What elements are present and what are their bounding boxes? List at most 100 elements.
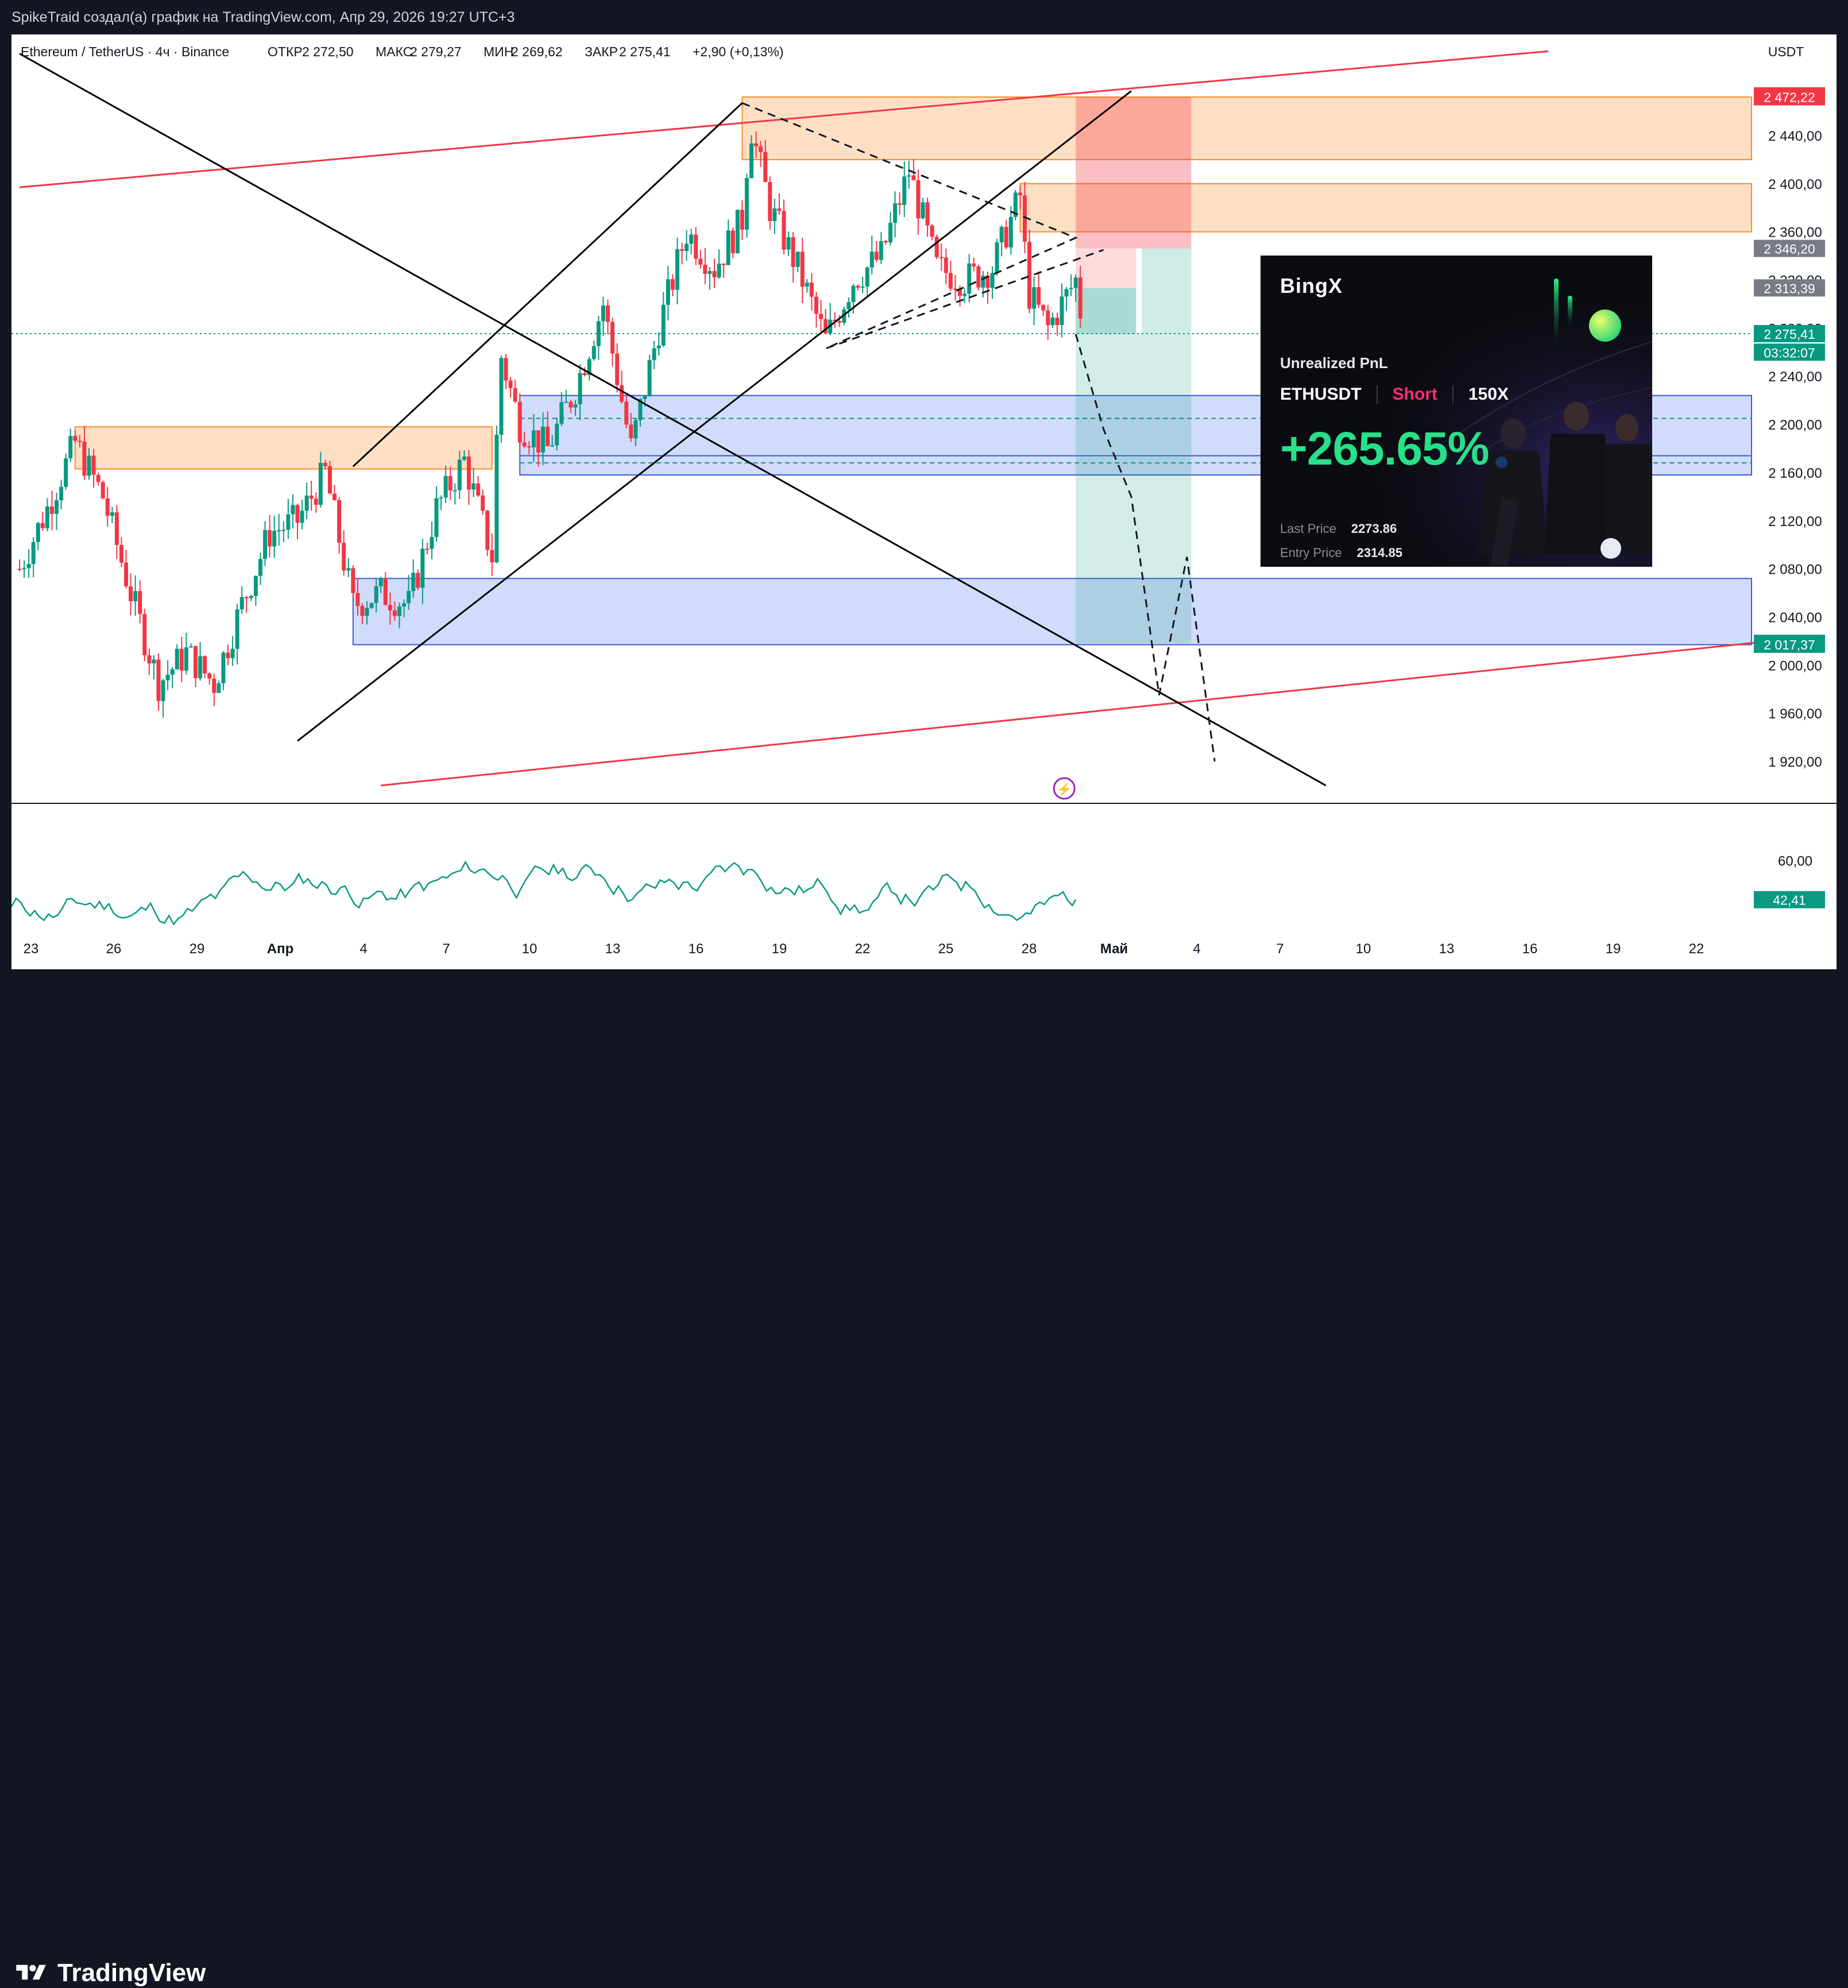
candle-body xyxy=(490,550,494,563)
candle-body xyxy=(777,208,782,211)
price-axis-tick: 2 160,00 xyxy=(1768,466,1822,481)
price-axis-tick: 2 200,00 xyxy=(1768,417,1822,433)
bingx-bar-icon xyxy=(1568,296,1572,330)
candle-body xyxy=(744,178,749,230)
time-axis-label: 7 xyxy=(442,941,450,957)
candle-body xyxy=(476,483,481,496)
candle-body xyxy=(249,595,253,598)
candle-body xyxy=(22,568,26,570)
candle-body xyxy=(1069,288,1073,289)
time-axis-label: 4 xyxy=(359,941,367,957)
price-badge-label: 03:32:07 xyxy=(1764,345,1815,360)
candle-body xyxy=(791,237,795,267)
candle-body xyxy=(68,436,73,459)
chart-caption-bar: SpikeTraid создал(а) график на TradingVi… xyxy=(0,0,1848,34)
candle-body xyxy=(948,273,953,289)
last-price-value: 2273.86 xyxy=(1351,521,1397,536)
candle-body xyxy=(712,270,717,277)
candle-body xyxy=(921,202,925,219)
candle-body xyxy=(369,603,374,608)
candle-body xyxy=(721,264,726,265)
candle-body xyxy=(851,285,856,302)
tradingview-logo[interactable]: TradingView xyxy=(13,1958,206,1988)
candle-body xyxy=(772,208,777,222)
candle-body xyxy=(194,646,198,679)
candle-body xyxy=(573,404,578,408)
candle-body xyxy=(730,230,735,253)
time-axis-label: 22 xyxy=(1689,941,1704,957)
price-axis-tick: 2 400,00 xyxy=(1768,177,1822,192)
candle-body xyxy=(309,496,314,499)
price-axis-tick: 2 360,00 xyxy=(1768,225,1822,241)
time-axis-label: 16 xyxy=(689,941,704,957)
candle-body xyxy=(430,537,434,549)
time-axis-label: 26 xyxy=(106,941,122,957)
candle-body xyxy=(916,180,921,219)
candle-body xyxy=(383,578,388,605)
candle-body xyxy=(342,543,346,571)
position-summary: ETHUSDT Short 150X xyxy=(1280,385,1509,404)
candle-body xyxy=(78,440,82,442)
candle-body xyxy=(504,358,508,381)
position-leverage: 150X xyxy=(1468,385,1509,404)
candle-body xyxy=(795,252,800,267)
candle-body xyxy=(1064,289,1069,297)
candle-body xyxy=(934,237,939,257)
time-axis-label: 23 xyxy=(24,941,39,957)
last-price-label: Last Price xyxy=(1280,521,1336,536)
candle-body xyxy=(407,591,411,604)
price-badge-label: 2 313,39 xyxy=(1764,281,1815,296)
candle-body xyxy=(643,396,647,399)
legend-change: +2,90 (+0,13%) xyxy=(693,44,784,59)
candle-body xyxy=(591,346,596,359)
tradingview-logo-icon xyxy=(16,1964,46,1980)
candle-body xyxy=(221,652,226,683)
candle-body xyxy=(304,496,309,511)
candle-body xyxy=(846,301,851,310)
candle-body xyxy=(1027,241,1032,309)
candle-body xyxy=(82,442,87,476)
candle-body xyxy=(378,578,383,586)
candle-body xyxy=(879,241,883,260)
candle-body xyxy=(26,564,31,568)
candle-body xyxy=(203,656,207,674)
candle-body xyxy=(73,436,78,441)
candle-body xyxy=(856,285,860,288)
candle-body xyxy=(962,293,967,296)
candle-body xyxy=(698,258,703,265)
candle-body xyxy=(582,373,587,376)
candle-body xyxy=(439,497,443,499)
candle-body xyxy=(100,482,105,498)
candle-body xyxy=(175,648,179,670)
candle-body xyxy=(1008,216,1013,247)
candle-body xyxy=(314,498,318,505)
legend-high-value: 2 279,27 xyxy=(410,44,462,59)
price-axis-tick: 2 440,00 xyxy=(1768,129,1822,144)
candle-body xyxy=(541,426,546,452)
candle-body xyxy=(740,210,744,230)
candle-body xyxy=(559,402,564,424)
candle-body xyxy=(708,270,712,274)
candle-body xyxy=(990,273,995,288)
bingx-bar-icon xyxy=(1554,279,1559,353)
price-axis-tick: 2 040,00 xyxy=(1768,610,1822,625)
candle-body xyxy=(564,401,569,403)
time-axis-label: 19 xyxy=(1606,941,1621,957)
candle-body xyxy=(805,283,809,287)
candle-body xyxy=(865,267,869,287)
candle-body xyxy=(620,385,624,402)
position-target-zone xyxy=(1076,334,1192,644)
candle-body xyxy=(629,424,633,439)
legend-high-label: МАКС xyxy=(376,44,412,59)
candle-body xyxy=(64,458,68,487)
price-axis-currency: USDT xyxy=(1768,44,1804,59)
candle-body xyxy=(768,181,772,222)
candle-body xyxy=(170,669,175,675)
candle-body xyxy=(1004,226,1008,247)
chart-panel[interactable]: ⚡ Ethereum / TetherUS · 4ч · Binance ОТКР 2… xyxy=(11,34,1837,969)
candle-body xyxy=(397,606,401,616)
time-axis-label: 13 xyxy=(605,941,621,957)
price-axis-tick: 1 920,00 xyxy=(1768,755,1822,770)
candle-body xyxy=(133,591,138,601)
legend-open-label: ОТКР xyxy=(268,44,303,59)
